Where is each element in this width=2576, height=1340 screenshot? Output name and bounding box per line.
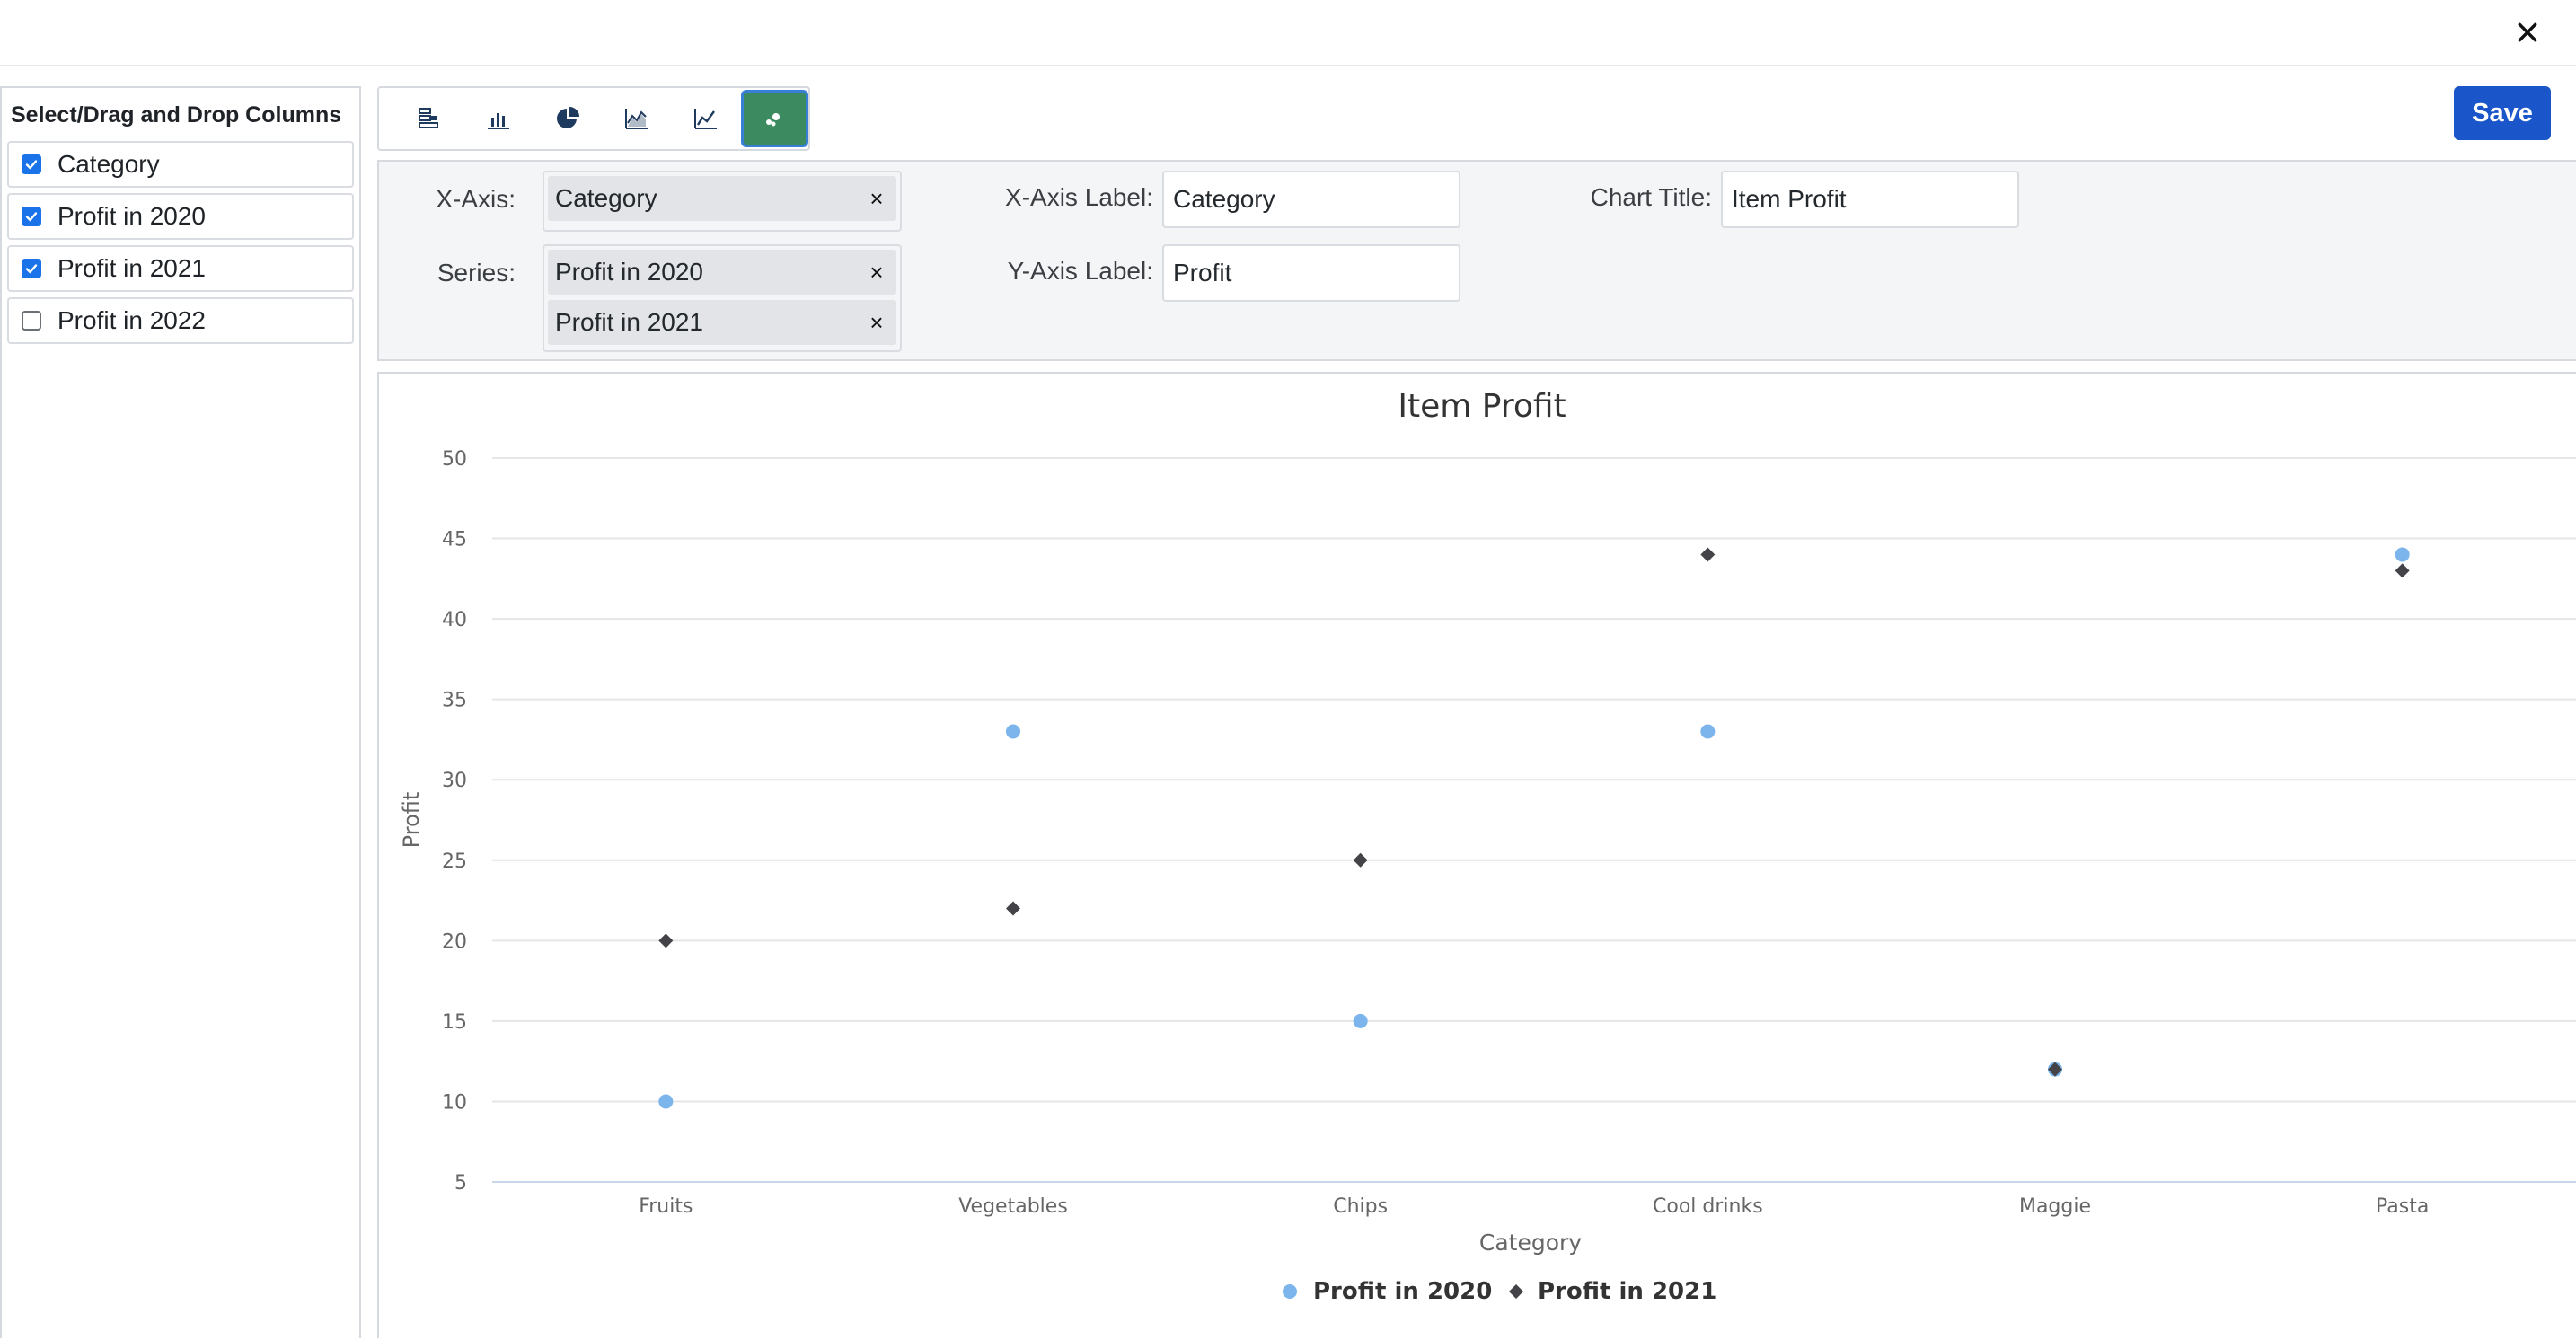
y-tick-label: 5 [454, 1172, 467, 1195]
pie-chart-button[interactable] [534, 91, 603, 146]
table-chart-icon [419, 108, 439, 128]
data-point-2021 [1353, 852, 1368, 868]
column-list: Category Profit in 2020 Profit in 2021 Prof… [2, 141, 359, 344]
column-item[interactable]: Profit in 2020 [7, 193, 354, 240]
y-axis-title-input[interactable]: Profit [1162, 244, 1460, 302]
columns-panel: Select/Drag and Drop Columns Category Pro… [0, 86, 361, 1338]
chart-config-panel: X-Axis: Category × Series: Profit in 202… [377, 160, 2576, 361]
legend-label-2021: Profit in 2021 [1538, 1278, 1716, 1305]
data-point-2020 [658, 1094, 674, 1109]
x-axis-title-label: X-Axis Label: [1005, 183, 1153, 211]
series-tag: Profit in 2020 × [548, 250, 896, 295]
y-tick-label: 15 [442, 1011, 467, 1034]
column-checkbox[interactable] [22, 259, 41, 278]
data-point-2021 [1700, 547, 1716, 562]
close-icon [2518, 22, 2537, 42]
x-axis-select[interactable]: Category × [543, 171, 902, 232]
y-tick-label: 20 [442, 930, 467, 953]
data-point-2020 [1700, 724, 1716, 739]
column-item[interactable]: Category [7, 141, 354, 188]
column-label: Category [57, 150, 160, 178]
chart-title-input[interactable]: Item Profit [1721, 171, 2019, 228]
chart-title-label: Chart Title: [1590, 183, 1712, 211]
data-point-2021 [1006, 901, 1020, 916]
scatter-chart: Item Profit 5 10 15 20 25 30 35 40 45 50 Fruits Vege… [399, 388, 2576, 1305]
column-label: Profit in 2022 [57, 306, 206, 334]
column-label: Profit in 2020 [57, 202, 206, 230]
column-checkbox[interactable] [22, 154, 41, 174]
y-tick-label: 50 [442, 448, 467, 471]
series-tag: Profit in 2021 × [548, 300, 896, 345]
data-point-2020 [1353, 1013, 1368, 1028]
x-tick-label: Vegetables [958, 1195, 1068, 1218]
bar-chart-button[interactable] [464, 91, 534, 146]
area-chart-button[interactable] [603, 91, 672, 146]
line-chart-icon [694, 109, 718, 129]
x-axis-title: Category [1479, 1230, 1582, 1256]
x-tick-label: Fruits [639, 1195, 693, 1218]
series-label: Series: [437, 259, 516, 287]
x-tick-label: Cool drinks [1653, 1195, 1763, 1218]
scatter-chart-icon [766, 113, 781, 127]
series-select[interactable]: Profit in 2020 × Profit in 2021 × [543, 244, 902, 352]
x-axis-tag-label: Category [555, 184, 657, 212]
close-button[interactable] [2506, 11, 2549, 54]
check-icon [25, 264, 38, 274]
top-bar [0, 0, 2576, 66]
x-axis-tag: Category × [548, 176, 896, 221]
remove-series-icon[interactable]: × [866, 309, 887, 337]
chart-panel: Item Profit 5 10 15 20 25 30 35 40 45 50 Fruits Vege… [377, 372, 2576, 1338]
table-chart-button[interactable] [395, 91, 464, 146]
check-icon [25, 212, 38, 222]
columns-panel-title: Select/Drag and Drop Columns [11, 102, 342, 128]
remove-series-icon[interactable]: × [866, 259, 887, 287]
y-tick-label: 40 [442, 609, 467, 631]
column-checkbox[interactable] [22, 311, 41, 331]
x-axis-title-input[interactable]: Category [1162, 171, 1460, 228]
series-tag-label: Profit in 2021 [555, 308, 703, 336]
y-tick-label: 35 [442, 690, 467, 712]
series-tag-label: Profit in 2020 [555, 258, 703, 286]
y-axis-title: Profit [399, 792, 424, 849]
column-label: Profit in 2021 [57, 254, 206, 282]
column-item[interactable]: Profit in 2022 [7, 297, 354, 344]
data-point-2020 [1006, 724, 1020, 739]
x-tick-label: Pasta [2376, 1195, 2429, 1218]
legend-marker-2021 [1509, 1284, 1523, 1299]
column-checkbox[interactable] [22, 207, 41, 226]
y-tick-label: 10 [442, 1091, 467, 1114]
remove-x-axis-icon[interactable]: × [866, 185, 887, 213]
chart-title: Item Profit [1398, 388, 1566, 425]
scatter-chart-button[interactable] [740, 90, 809, 147]
x-tick-label: Chips [1333, 1195, 1388, 1218]
x-tick-label: Maggie [2019, 1195, 2091, 1218]
data-point-2021 [2395, 563, 2410, 578]
x-axis-label: X-Axis: [436, 185, 516, 213]
legend-label-2020: Profit in 2020 [1313, 1278, 1492, 1305]
save-button[interactable]: Save [2454, 86, 2551, 140]
pie-chart-icon [557, 107, 580, 128]
bar-chart-icon [488, 113, 510, 129]
chart-type-toolbar [377, 86, 810, 151]
data-point-2020 [2395, 547, 2410, 562]
y-axis-title-label: Y-Axis Label: [1007, 257, 1153, 285]
area-chart-icon [625, 109, 648, 129]
y-tick-label: 25 [442, 851, 467, 873]
data-point-2021 [658, 933, 674, 948]
column-item[interactable]: Profit in 2021 [7, 245, 354, 292]
line-chart-button[interactable] [672, 91, 741, 146]
y-tick-label: 45 [442, 529, 467, 551]
y-tick-label: 30 [442, 770, 467, 792]
check-icon [25, 160, 38, 170]
legend-marker-2020 [1283, 1284, 1297, 1299]
